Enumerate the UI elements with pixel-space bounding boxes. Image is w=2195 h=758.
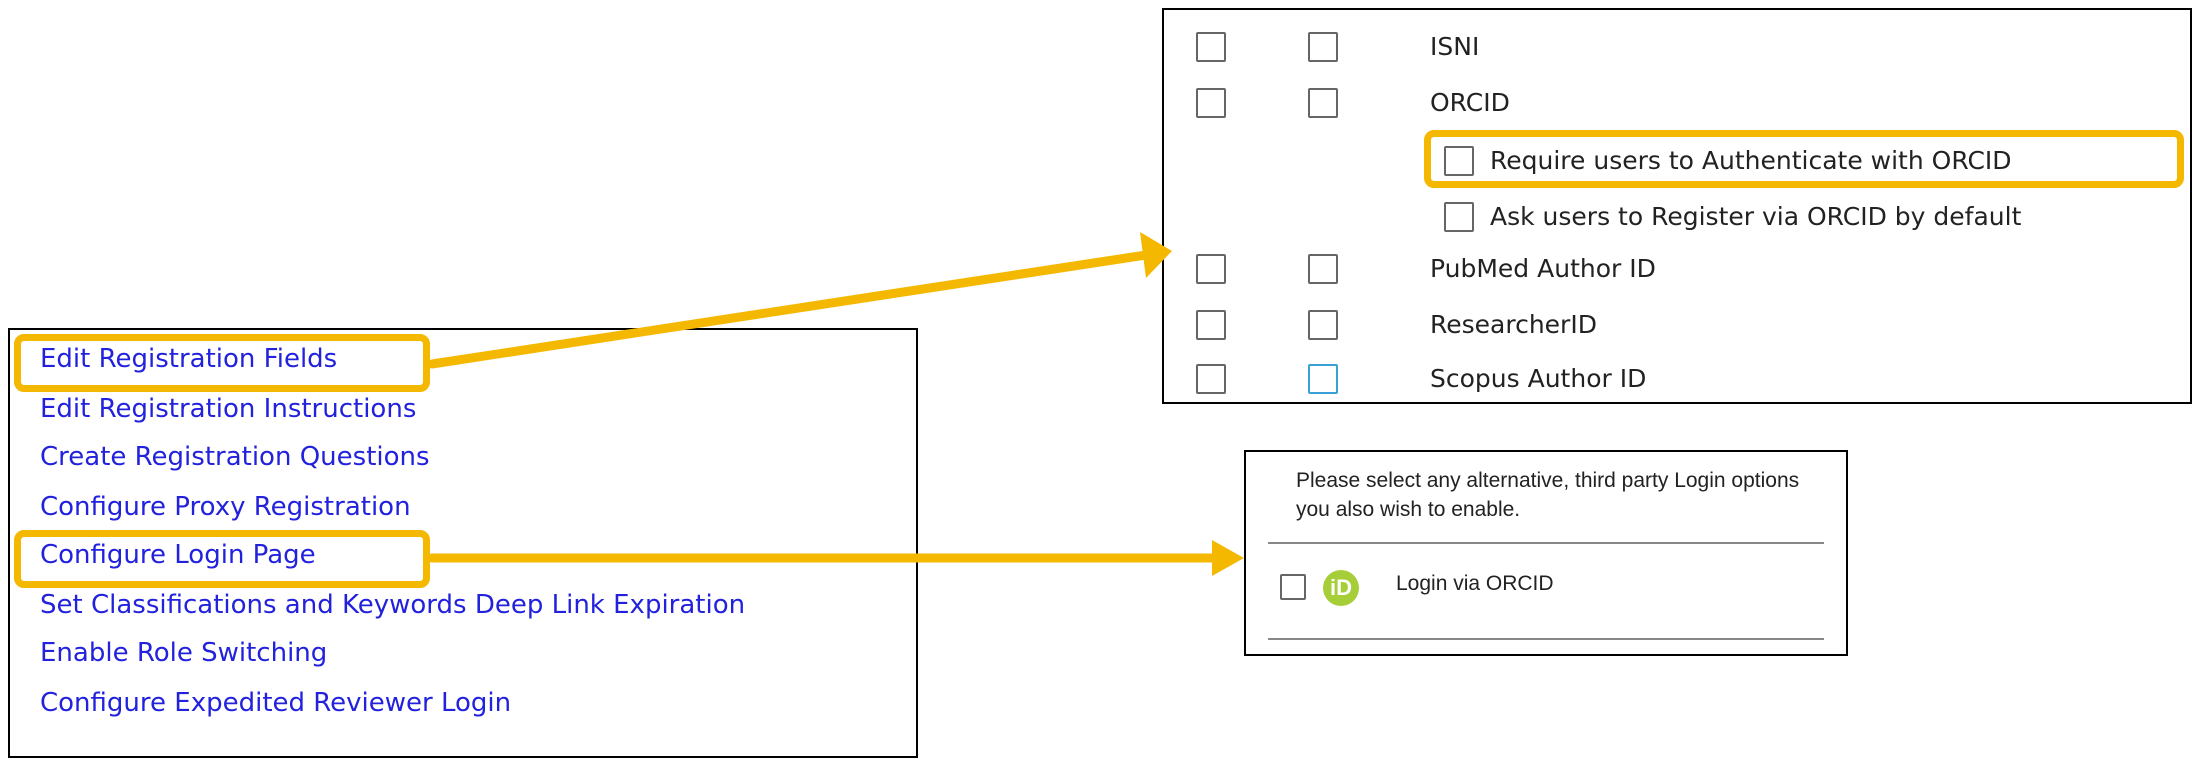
- callout-arrows: [427, 232, 1244, 576]
- arrow-to-login-panel: [427, 540, 1244, 576]
- arrow-to-fields-panel: [427, 232, 1172, 369]
